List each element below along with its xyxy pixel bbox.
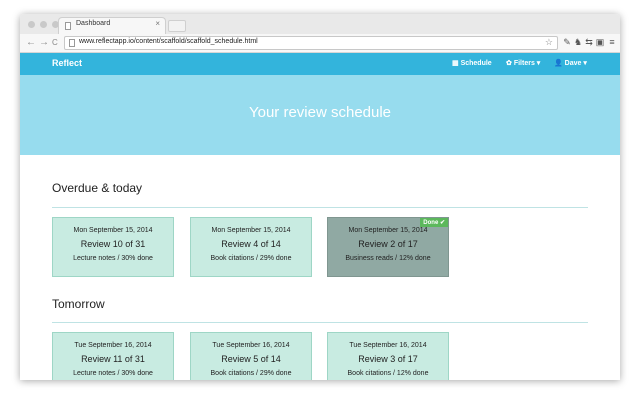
review-card-done[interactable]: Done ✔ Mon September 15, 2014 Review 2 o… (327, 217, 449, 277)
card-date: Tue September 16, 2014 (74, 342, 152, 349)
tab-title: Dashboard (76, 20, 111, 27)
card-deck-info: Lecture notes / 30% done (73, 370, 153, 377)
address-bar[interactable]: www.reflectapp.io/content/scaffold/scaff… (64, 36, 558, 50)
review-card[interactable]: Mon September 15, 2014 Review 4 of 14 Bo… (190, 217, 312, 277)
card-review-count: Review 2 of 17 (358, 239, 418, 249)
nav-user-label: Dave (564, 60, 582, 67)
card-review-count: Review 5 of 14 (221, 354, 281, 364)
section-title-overdue: Overdue & today (52, 181, 143, 195)
reload-icon[interactable]: C (52, 36, 58, 50)
card-date: Mon September 15, 2014 (348, 227, 428, 234)
card-review-count: Review 3 of 17 (358, 354, 418, 364)
extension-swap-icon[interactable]: ⇆ (584, 37, 594, 48)
section-title-tomorrow: Tomorrow (52, 297, 105, 311)
review-card[interactable]: Tue September 16, 2014 Review 5 of 14 Bo… (190, 332, 312, 380)
menu-icon[interactable]: ≡ (607, 37, 617, 48)
nav-user[interactable]: 👤 Dave ▾ (554, 59, 587, 67)
extension-box-icon[interactable]: ▣ (595, 37, 605, 48)
card-deck-info: Book citations / 12% done (347, 370, 429, 377)
forward-icon[interactable]: → (39, 36, 49, 50)
brand-logo[interactable]: Reflect (52, 58, 82, 68)
close-tab-icon[interactable]: × (155, 19, 160, 28)
back-icon[interactable]: ← (26, 36, 36, 50)
chevron-down-icon: ▾ (583, 60, 587, 67)
card-deck-info: Lecture notes / 30% done (73, 255, 153, 262)
hero-banner: Your review schedule (20, 75, 620, 155)
extension-knight-icon[interactable]: ♞ (573, 37, 583, 48)
minimize-window-button[interactable] (40, 21, 47, 28)
extension-pen-icon[interactable]: ✎ (562, 37, 572, 48)
chevron-down-icon: ▾ (536, 60, 541, 67)
page-icon (65, 22, 71, 30)
page-icon (69, 39, 75, 47)
review-card[interactable]: Tue September 16, 2014 Review 11 of 31 L… (52, 332, 174, 380)
card-date: Tue September 16, 2014 (212, 342, 290, 349)
browser-toolbar: ← → C www.reflectapp.io/content/scaffold… (20, 34, 620, 53)
url-text: www.reflectapp.io/content/scaffold/scaff… (79, 38, 258, 45)
page-title: Your review schedule (248, 104, 392, 121)
card-review-count: Review 4 of 14 (221, 239, 281, 249)
nav-filters-label: Filters (513, 60, 535, 67)
card-date: Tue September 16, 2014 (349, 342, 427, 349)
browser-window: Dashboard × ← → C www.reflectapp.io/cont… (20, 14, 620, 380)
gear-icon: ✿ (506, 60, 512, 67)
review-card[interactable]: Mon September 15, 2014 Review 10 of 31 L… (52, 217, 174, 277)
card-date: Mon September 15, 2014 (73, 227, 153, 234)
nav-schedule[interactable]: ▦ Schedule (452, 59, 492, 67)
calendar-icon: ▦ (452, 60, 459, 67)
tab-bar: Dashboard × (20, 14, 620, 35)
card-deck-info: Book citations / 29% done (210, 370, 292, 377)
card-review-count: Review 11 of 31 (81, 354, 145, 364)
nav-schedule-label: Schedule (460, 60, 492, 67)
card-deck-info: Business reads / 12% done (345, 255, 431, 262)
review-card[interactable]: Tue September 16, 2014 Review 3 of 17 Bo… (327, 332, 449, 380)
star-icon[interactable]: ☆ (545, 37, 553, 48)
new-tab-button[interactable] (168, 20, 186, 32)
nav-filters[interactable]: ✿ Filters ▾ (506, 59, 540, 67)
user-icon: 👤 (554, 60, 563, 67)
window-controls (28, 21, 59, 28)
card-date: Mon September 15, 2014 (211, 227, 291, 234)
card-review-count: Review 10 of 31 (80, 239, 146, 249)
tab-dashboard[interactable]: Dashboard × (58, 17, 166, 34)
section-divider (52, 207, 588, 208)
done-badge: Done ✔ (420, 218, 448, 227)
section-divider (52, 322, 588, 323)
close-window-button[interactable] (28, 21, 35, 28)
app-navbar: Reflect ▦ Schedule ✿ Filters ▾ 👤 Dave ▾ (20, 53, 620, 75)
card-deck-info: Book citations / 29% done (210, 255, 292, 262)
